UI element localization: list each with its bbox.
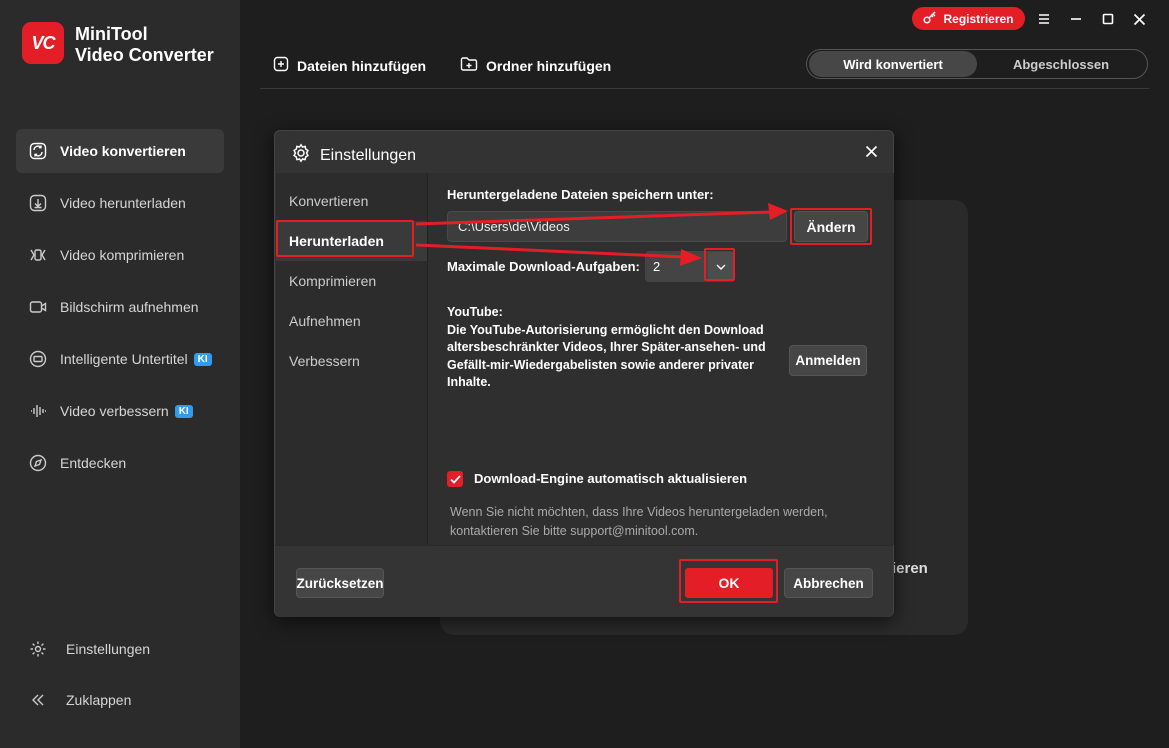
gear-icon (291, 143, 311, 168)
dialog-close-icon[interactable] (861, 141, 881, 161)
check-icon (449, 474, 461, 484)
max-downloads-label: Maximale Download-Aufgaben: (447, 259, 640, 274)
save-location-label: Heruntergeladene Dateien speichern unter… (447, 187, 714, 202)
login-button[interactable]: Anmelden (789, 345, 867, 376)
sidebar-item-label: Video konvertieren (60, 143, 186, 159)
sidebar-item-intelligente-untertitel[interactable]: Intelligente Untertitel KI (16, 337, 224, 381)
sidebar-nav: Video konvertieren Video herunterladen V… (16, 129, 224, 493)
annotation-box-tab (276, 220, 414, 257)
save-path-value: C:\Users\de\Videos (458, 219, 570, 234)
sidebar-item-entdecken[interactable]: Entdecken (16, 441, 224, 485)
sidebar-item-video-komprimieren[interactable]: Video komprimieren (16, 233, 224, 277)
app-name-line1: MiniTool (75, 24, 148, 44)
add-folder-label: Ordner hinzufügen (486, 57, 612, 74)
status-toggle: Wird konvertiert Abgeschlossen (806, 49, 1148, 79)
minimize-icon[interactable] (1066, 9, 1086, 29)
max-downloads-value: 2 (653, 259, 661, 274)
dialog-footer: Zurücksetzen OK Abbrechen (275, 545, 893, 617)
sidebar-item-label: Video herunterladen (60, 195, 186, 211)
auto-update-checkbox[interactable] (447, 471, 463, 487)
annotation-box-change (790, 208, 872, 245)
sidebar-settings[interactable]: Einstellungen (28, 640, 218, 658)
add-folder-button[interactable]: Ordner hinzufügen (460, 56, 611, 75)
save-path-field[interactable]: C:\Users\de\Videos (447, 211, 787, 242)
settings-dialog: Einstellungen Konvertieren Herunterladen… (274, 130, 894, 617)
cancel-button[interactable]: Abbrechen (784, 568, 873, 598)
youtube-description: Die YouTube-Autorisierung ermöglicht den… (447, 322, 766, 390)
ki-badge: KI (174, 404, 193, 418)
toolbar-divider (260, 88, 1149, 89)
compress-icon (28, 245, 48, 265)
sidebar-item-bildschirm-aufnehmen[interactable]: Bildschirm aufnehmen (16, 285, 224, 329)
dialog-title: Einstellungen (291, 143, 416, 168)
menu-icon[interactable] (1034, 9, 1054, 29)
key-icon (923, 10, 937, 27)
tab-verbessern[interactable]: Verbessern (276, 341, 427, 381)
sidebar-item-video-herunterladen[interactable]: Video herunterladen (16, 181, 224, 225)
sidebar-item-label: Video verbessern (60, 403, 169, 419)
app-name-line2: Video Converter (75, 45, 214, 65)
convert-icon (28, 141, 48, 161)
add-files-label: Dateien hinzufügen (297, 57, 427, 74)
app-logo: VC (22, 22, 64, 64)
add-files-button[interactable]: Dateien hinzufügen (273, 56, 426, 75)
sidebar-item-label: Intelligente Untertitel (60, 351, 188, 367)
reset-button[interactable]: Zurücksetzen (296, 568, 384, 598)
close-icon[interactable] (1129, 9, 1149, 29)
sidebar-item-label: Video komprimieren (60, 247, 185, 263)
gear-icon (28, 640, 48, 658)
annotation-box-ok (679, 559, 778, 603)
sidebar: VC MiniTool Video Converter Video konver… (0, 0, 240, 748)
sidebar-item-label: Entdecken (60, 455, 127, 471)
add-folder-icon (460, 56, 478, 75)
camera-icon (28, 297, 48, 317)
register-button[interactable]: Registrieren (912, 7, 1025, 30)
sidebar-settings-label: Einstellungen (66, 641, 151, 657)
register-label: Registrieren (943, 11, 1014, 26)
download-icon (28, 193, 48, 213)
tab-aufnehmen[interactable]: Aufnehmen (276, 301, 427, 341)
ki-badge: KI (193, 352, 212, 366)
tab-converting[interactable]: Wird konvertiert (809, 51, 977, 77)
sidebar-item-label: Bildschirm aufnehmen (60, 299, 199, 315)
annotation-box-dropdown (704, 248, 735, 281)
maximize-icon[interactable] (1098, 9, 1118, 29)
app-name: MiniTool Video Converter (75, 24, 214, 66)
sidebar-collapse[interactable]: Zuklappen (28, 692, 218, 708)
subtitle-icon (28, 349, 48, 369)
waveform-icon (28, 401, 48, 421)
chevron-double-left-icon (28, 692, 48, 708)
compass-icon (28, 453, 48, 473)
download-note: Wenn Sie nicht möchten, dass Ihre Videos… (450, 505, 828, 538)
sidebar-collapse-label: Zuklappen (66, 692, 132, 708)
youtube-info: YouTube: Die YouTube-Autorisierung ermög… (447, 304, 777, 392)
tab-konvertieren[interactable]: Konvertieren (276, 181, 427, 221)
sidebar-item-video-konvertieren[interactable]: Video konvertieren (16, 129, 224, 173)
tab-komprimieren[interactable]: Komprimieren (276, 261, 427, 301)
tab-completed[interactable]: Abgeschlossen (977, 51, 1145, 77)
sidebar-item-video-verbessern[interactable]: Video verbessern KI (16, 389, 224, 433)
auto-update-label[interactable]: Download-Engine automatisch aktualisiere… (474, 471, 747, 486)
dialog-title-text: Einstellungen (320, 146, 417, 164)
youtube-title: YouTube: (447, 305, 503, 319)
add-file-icon (273, 56, 289, 75)
